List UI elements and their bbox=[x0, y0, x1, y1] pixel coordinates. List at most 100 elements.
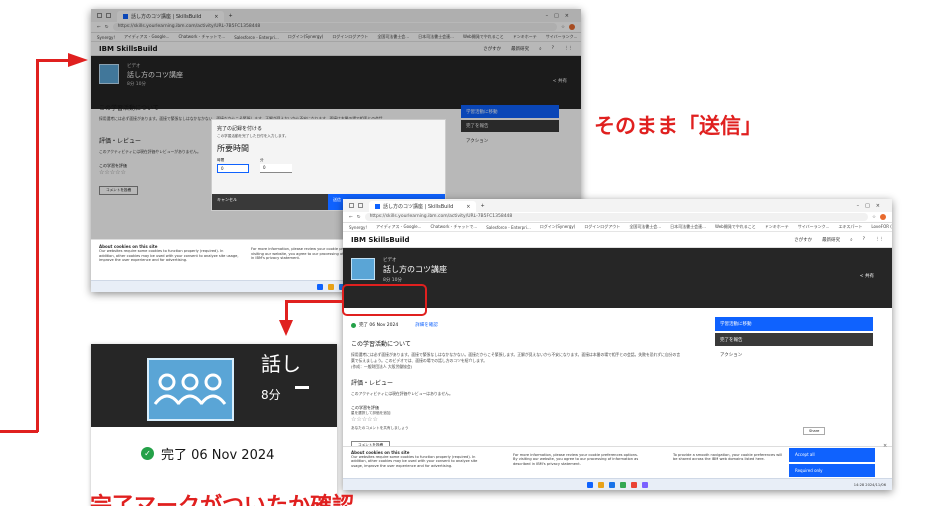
modal-title: 完了の記録を付ける bbox=[217, 126, 263, 132]
close-tab-icon[interactable]: × bbox=[466, 204, 470, 210]
zoom-cap-icon bbox=[295, 386, 309, 398]
panel-action-label: アクション bbox=[720, 352, 743, 358]
windows-start-icon[interactable] bbox=[587, 481, 593, 488]
required-only-button[interactable]: Required only bbox=[789, 464, 875, 477]
callout-send-as-is: そのまま「送信」 bbox=[594, 114, 762, 138]
course-title: 話し方のコツ講座 bbox=[383, 265, 447, 274]
bookmark-item[interactable]: エキスパート bbox=[838, 224, 862, 230]
review-heading: 評価・レビュー bbox=[351, 380, 394, 387]
window-menu-icon[interactable] bbox=[349, 203, 354, 208]
back-icon[interactable]: ← bbox=[349, 215, 353, 220]
tab-title: 話し方のコツ講座 | SkillsBuild bbox=[383, 204, 454, 210]
cookie-close-icon[interactable]: × bbox=[883, 443, 887, 449]
bookmark-item[interactable]: アイディアス - Google... bbox=[376, 224, 421, 230]
brand-logo[interactable]: IBM SkillsBuild bbox=[351, 236, 410, 244]
nav-menu[interactable]: 最新研究 bbox=[822, 237, 840, 243]
comment-prompt: あなたのコメントを共有しましょう bbox=[351, 426, 409, 430]
bookmark-item[interactable]: Chatwork - チャットで... bbox=[430, 224, 477, 230]
modal-cancel-button[interactable]: キャンセル bbox=[212, 194, 329, 210]
modal-heading: 所要時間 bbox=[217, 144, 249, 153]
bookmark-item[interactable]: Synergy! bbox=[349, 225, 367, 230]
bookmark-item[interactable]: Salesforce - Enterpri... bbox=[486, 225, 531, 230]
windows-start-icon[interactable] bbox=[316, 283, 323, 290]
check-circle-icon bbox=[351, 322, 356, 328]
accept-all-button[interactable]: Accept all bbox=[789, 448, 875, 462]
app-icon[interactable] bbox=[620, 481, 626, 488]
bookmark-item[interactable]: ログインログアウト bbox=[584, 224, 620, 230]
cookie-text: Our websites require some cookies to fun… bbox=[351, 455, 478, 468]
bookmark-item[interactable]: Web開発でやれること bbox=[715, 224, 756, 230]
panel-report-button[interactable]: 完了を報告 bbox=[715, 333, 873, 346]
arrow-right-icon bbox=[68, 53, 88, 67]
accept-all-label: Accept all bbox=[795, 452, 815, 457]
bookmark-item[interactable]: LoveFOR (ラブフォー) bbox=[871, 224, 892, 230]
cancel-label: キャンセル bbox=[217, 197, 237, 202]
help-icon[interactable]: ? bbox=[863, 237, 865, 242]
explorer-icon[interactable] bbox=[598, 481, 604, 488]
search-icon[interactable]: ⌕ bbox=[850, 237, 853, 243]
browser-tab[interactable]: 話し方のコツ講座 | SkillsBuild × bbox=[369, 201, 477, 212]
browser-icon[interactable] bbox=[609, 481, 615, 488]
about-section: この学習活動について 採用選考には必ず面接があります。面接で緊張なしはなかなかな… bbox=[351, 339, 721, 450]
reload-icon[interactable]: ↻ bbox=[357, 215, 361, 220]
bookmark-item[interactable]: ログイン(Synergy) bbox=[540, 224, 576, 230]
screenshot-2: 話し方のコツ講座 | SkillsBuild × + –□× ← ↻ https… bbox=[343, 199, 892, 490]
zoom-complete-row: ✓ 完了 06 Nov 2024 bbox=[141, 444, 274, 463]
cookie-text: Our websites require some cookies to fun… bbox=[99, 249, 239, 263]
workspaces-icon[interactable] bbox=[358, 203, 363, 208]
highlight-box bbox=[342, 284, 427, 316]
minutes-label: 分 bbox=[260, 158, 264, 162]
panel-go-label: 学習活動に移動 bbox=[720, 322, 752, 327]
submit-label: 送信 bbox=[333, 197, 341, 202]
course-meta: 8分 10分 bbox=[383, 278, 403, 283]
panel-go-button[interactable]: 学習活動に移動 bbox=[715, 317, 873, 331]
browser-tabbar: 話し方のコツ講座 | SkillsBuild × + –□× bbox=[343, 199, 892, 212]
nav-search[interactable]: さがすか bbox=[794, 237, 812, 243]
hours-select[interactable]: 0 bbox=[217, 164, 249, 173]
ibm-favicon-icon bbox=[375, 204, 380, 209]
apps-icon[interactable]: ⋮⋮ bbox=[875, 237, 884, 242]
zoom-thumbnail bbox=[147, 358, 234, 421]
bookmark-item[interactable]: サイバーランク... bbox=[798, 224, 830, 230]
callout-bottom: 完了マークがついたか確認 bbox=[90, 490, 354, 506]
bracket-top bbox=[36, 59, 70, 62]
complete-details-link[interactable]: 詳細を確認 bbox=[415, 322, 438, 328]
elbow-vertical bbox=[285, 300, 288, 322]
explorer-icon[interactable] bbox=[327, 283, 334, 290]
arrow-down-icon bbox=[279, 320, 293, 336]
clock: 14:28 2024/11/06 bbox=[853, 482, 886, 487]
bracket-vertical bbox=[36, 59, 39, 432]
minutes-value: 0 bbox=[263, 165, 266, 170]
minutes-select[interactable]: 0 bbox=[260, 164, 292, 173]
people-icon bbox=[153, 373, 227, 405]
mail-icon[interactable] bbox=[631, 481, 637, 488]
favorite-icon[interactable]: ☆ bbox=[872, 215, 876, 220]
course-thumbnail bbox=[351, 258, 375, 280]
zoom-panel: 話し 8分 ✓ 完了 06 Nov 2024 bbox=[91, 344, 337, 506]
bookmark-item[interactable]: 全国司法書士会... bbox=[629, 224, 661, 230]
window-controls[interactable]: –□× bbox=[857, 203, 886, 209]
url-field[interactable]: https://skills.yourlearning.ibm.com/acti… bbox=[364, 213, 868, 221]
zoom-course-title: 話し bbox=[261, 352, 301, 376]
review-text: このアクティビティには現在評価やレビューはありません。 bbox=[351, 391, 453, 396]
share-btn-label: Share bbox=[809, 429, 820, 433]
complete-status-row: 完了 06 Nov 2024 詳細を確認 bbox=[351, 322, 438, 328]
bracket-bottom bbox=[0, 430, 38, 433]
rating-stars[interactable]: ☆☆☆☆☆ bbox=[351, 416, 721, 423]
new-tab-icon[interactable]: + bbox=[480, 203, 484, 209]
panel-report-label: 完了を報告 bbox=[720, 337, 743, 343]
zoom-complete-text: 完了 06 Nov 2024 bbox=[161, 448, 275, 463]
cookie-pref: To provide a smooth navigation, your coo… bbox=[673, 453, 783, 462]
profile-icon[interactable] bbox=[880, 214, 886, 220]
about-credit: (作成：一般財団法人 大阪労働協会) bbox=[351, 364, 413, 369]
bookmark-item[interactable]: 日本司法書士会連... bbox=[670, 224, 706, 230]
about-text: 採用選考には必ず面接があります。面接で緊張なしはなかなかない。面接だからこそ緊張… bbox=[351, 352, 681, 363]
share-button[interactable]: Share bbox=[803, 427, 826, 435]
about-heading: この学習活動について bbox=[351, 341, 411, 348]
bookmark-item[interactable]: ドンキホーテ bbox=[765, 224, 789, 230]
panel-action-row[interactable]: アクション bbox=[715, 348, 873, 361]
store-icon[interactable] bbox=[642, 481, 648, 488]
zoom-check-icon: ✓ bbox=[141, 447, 154, 460]
complete-status-text: 完了 06 Nov 2024 bbox=[359, 323, 399, 328]
share-link[interactable]: < 共有 bbox=[860, 273, 874, 279]
